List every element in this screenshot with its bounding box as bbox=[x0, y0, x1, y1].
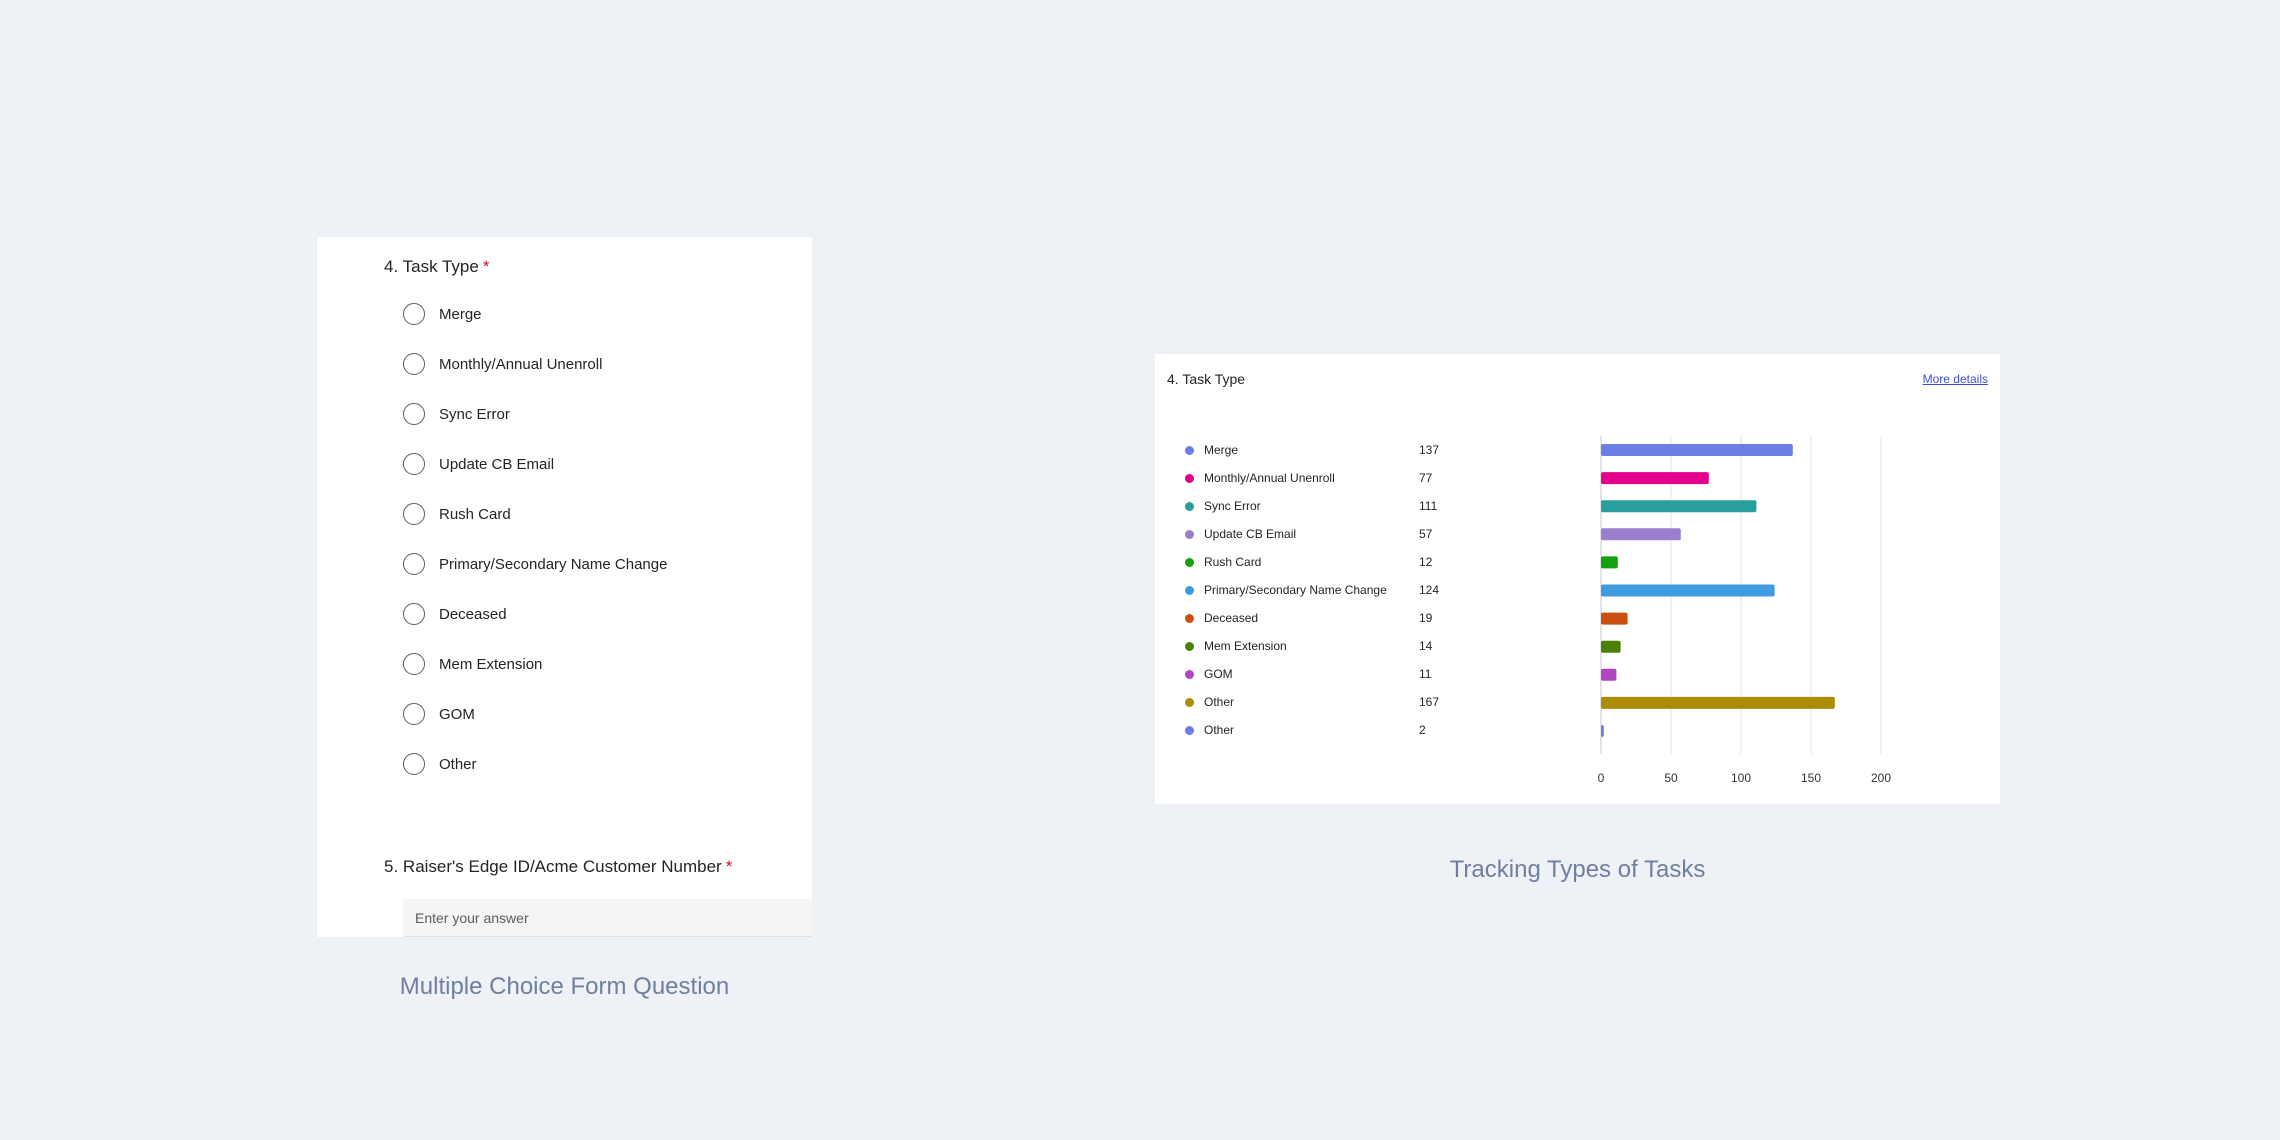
option-mem-extension[interactable]: Mem Extension bbox=[403, 639, 667, 689]
option-update-cb-email[interactable]: Update CB Email bbox=[403, 439, 667, 489]
bar[interactable] bbox=[1601, 500, 1757, 513]
bar[interactable] bbox=[1601, 668, 1617, 681]
bar[interactable] bbox=[1601, 725, 1604, 737]
radio-button[interactable] bbox=[403, 753, 425, 775]
radio-button[interactable] bbox=[403, 703, 425, 725]
bar[interactable] bbox=[1601, 556, 1618, 569]
bar[interactable] bbox=[1601, 472, 1709, 485]
radio-button[interactable] bbox=[403, 453, 425, 475]
bar[interactable] bbox=[1601, 444, 1793, 456]
option-label: Deceased bbox=[439, 605, 507, 623]
option-deceased[interactable]: Deceased bbox=[403, 589, 667, 639]
bar[interactable] bbox=[1601, 528, 1681, 541]
chart-caption: Tracking Types of Tasks bbox=[1449, 856, 1706, 883]
question-5-title: 5. Raiser's Edge ID/Acme Customer Number… bbox=[384, 857, 732, 877]
option-label: Merge bbox=[439, 305, 482, 323]
question-5-number: 5. bbox=[384, 857, 399, 876]
option-label: Primary/Secondary Name Change bbox=[439, 555, 668, 573]
option-label: GOM bbox=[439, 705, 475, 723]
option-label: Sync Error bbox=[439, 405, 510, 423]
option-monthly-annual-unenroll[interactable]: Monthly/Annual Unenroll bbox=[403, 339, 667, 389]
bar[interactable] bbox=[1601, 612, 1628, 625]
radio-button[interactable] bbox=[403, 503, 425, 525]
radio-button[interactable] bbox=[403, 303, 425, 325]
option-label: Other bbox=[439, 755, 477, 773]
form-panel: 4. Task Type * Merge Monthly/Annual Unenro… bbox=[317, 237, 812, 937]
radio-button[interactable] bbox=[403, 353, 425, 375]
radio-button[interactable] bbox=[403, 603, 425, 625]
bar[interactable] bbox=[1601, 696, 1835, 709]
task-type-options: Merge Monthly/Annual Unenroll Sync Error Up… bbox=[403, 289, 667, 789]
question-5-text: Raiser's Edge ID/Acme Customer Number bbox=[402, 857, 722, 876]
option-merge[interactable]: Merge bbox=[403, 289, 667, 339]
customer-number-input[interactable] bbox=[403, 899, 812, 937]
x-tick-label: 0 bbox=[1598, 771, 1605, 785]
question-4-number: 4. bbox=[384, 257, 399, 276]
option-sync-error[interactable]: Sync Error bbox=[403, 389, 667, 439]
option-primary-secondary-name-change[interactable]: Primary/Secondary Name Change bbox=[403, 539, 667, 589]
x-tick-label: 100 bbox=[1731, 771, 1751, 785]
bar-chart: 0 50 100 150 200 bbox=[1598, 436, 1891, 785]
option-rush-card[interactable]: Rush Card bbox=[403, 489, 667, 539]
x-tick-label: 150 bbox=[1801, 771, 1821, 785]
x-tick-label: 50 bbox=[1664, 771, 1678, 785]
option-label: Rush Card bbox=[439, 505, 511, 523]
option-label: Update CB Email bbox=[439, 455, 555, 473]
question-4-text: Task Type bbox=[402, 257, 479, 276]
option-label: Mem Extension bbox=[439, 655, 543, 673]
required-mark: * bbox=[482, 257, 490, 276]
option-gom[interactable]: GOM bbox=[403, 689, 667, 739]
radio-button[interactable] bbox=[403, 653, 425, 675]
bar[interactable] bbox=[1601, 640, 1621, 653]
required-mark: * bbox=[725, 857, 733, 876]
option-other[interactable]: Other bbox=[403, 739, 667, 789]
option-label: Monthly/Annual Unenroll bbox=[439, 355, 603, 373]
radio-button[interactable] bbox=[403, 403, 425, 425]
form-caption: Multiple Choice Form Question bbox=[399, 973, 730, 1000]
bar[interactable] bbox=[1601, 584, 1775, 597]
radio-button[interactable] bbox=[403, 553, 425, 575]
question-4-title: 4. Task Type * bbox=[384, 257, 489, 277]
x-tick-label: 200 bbox=[1871, 771, 1891, 785]
chart-panel: 4. Task Type More details Merge 137 Monthl… bbox=[1155, 354, 2000, 804]
